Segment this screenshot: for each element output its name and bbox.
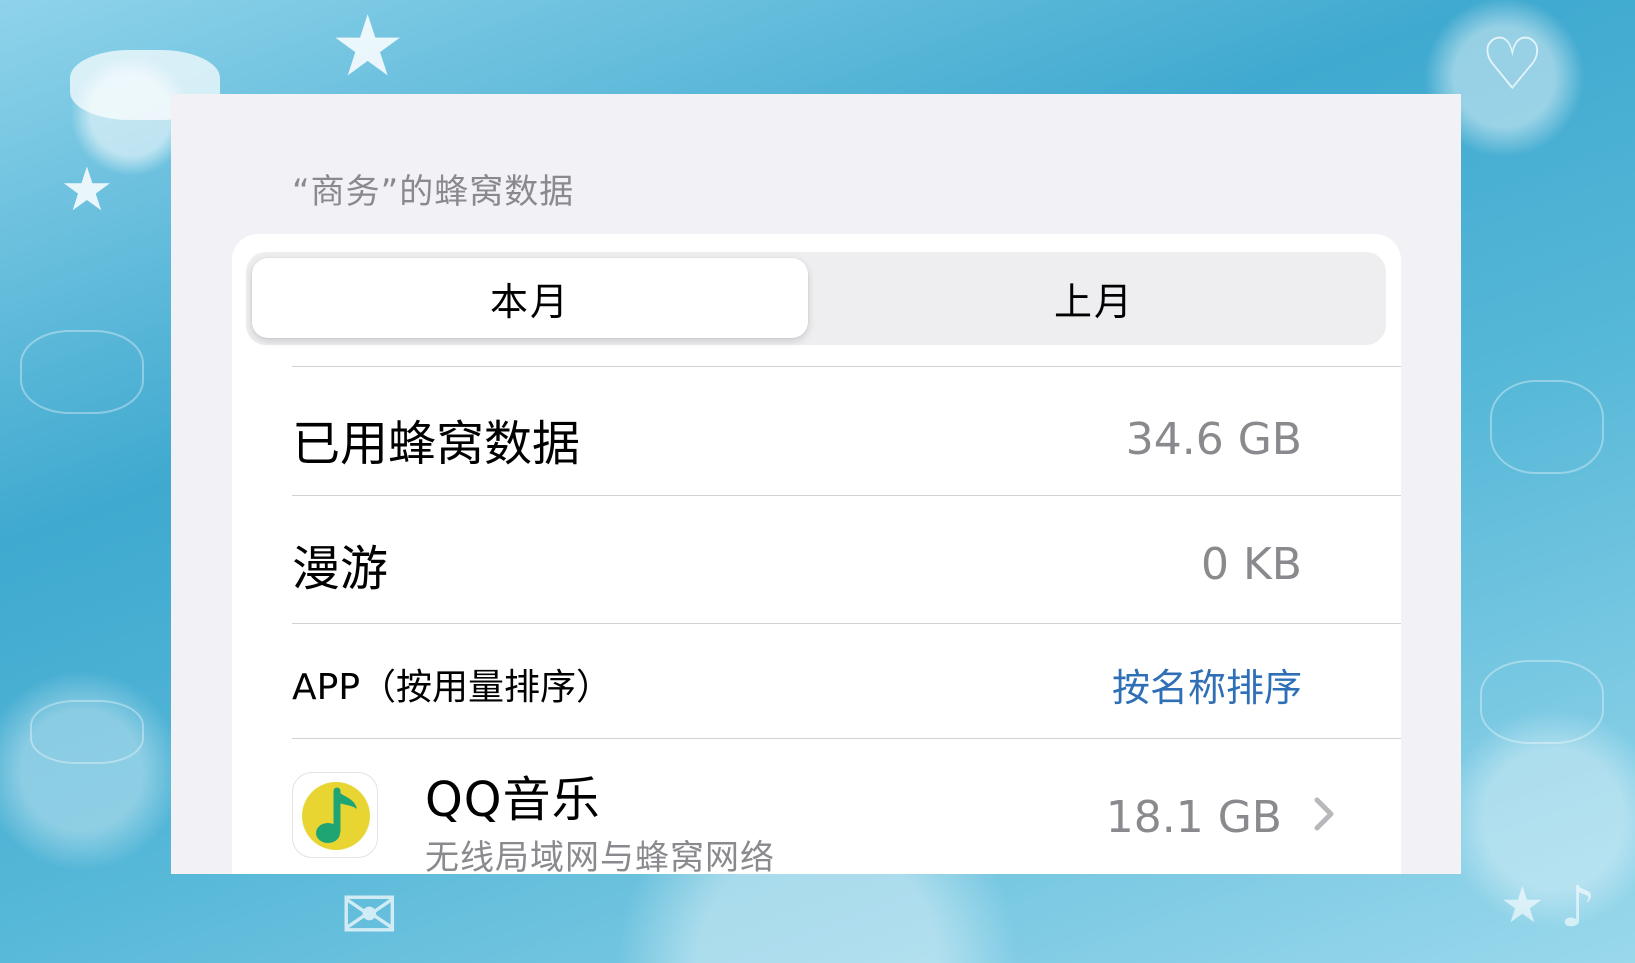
divider (292, 623, 1401, 624)
chevron-right-icon (1314, 797, 1334, 831)
roaming-label: 漫游 (292, 541, 389, 597)
star-decoration-icon: ★ (330, 0, 406, 95)
apps-header-label: APP（按用量排序） (292, 667, 613, 708)
app-name: QQ音乐 (425, 772, 601, 828)
roaming-row: 漫游 0 KB (292, 509, 1302, 619)
scribble-decoration (20, 330, 144, 414)
app-row-qq-music[interactable]: QQ音乐 无线局域网与蜂窝网络 18.1 GB (292, 772, 1352, 874)
divider (292, 738, 1401, 739)
app-usage-value: 18.1 GB (1105, 792, 1282, 843)
month-segmented-control[interactable]: 本月 上月 (246, 252, 1386, 345)
roaming-value: 0 KB (1200, 538, 1302, 590)
segment-last-month[interactable]: 上月 (816, 258, 1372, 338)
music-note-decoration-icon: ♪ (1560, 875, 1596, 940)
scribble-decoration (1480, 660, 1604, 744)
cellular-usage-label: 已用蜂窝数据 (292, 416, 581, 472)
segment-current-month[interactable]: 本月 (252, 258, 808, 338)
cellular-usage-row: 已用蜂窝数据 34.6 GB (292, 384, 1302, 494)
envelope-decoration-icon: ✉ (340, 874, 399, 956)
scribble-decoration (1490, 380, 1604, 474)
star-decoration-icon: ★ (60, 155, 114, 225)
divider (292, 495, 1401, 496)
heart-decoration-icon: ♡ (1480, 22, 1545, 106)
app-network-type: 无线局域网与蜂窝网络 (425, 838, 775, 874)
divider (292, 366, 1401, 367)
star-decoration-icon: ★ (1500, 876, 1545, 934)
section-header: “商务”的蜂窝数据 (292, 172, 575, 212)
cellular-usage-value: 34.6 GB (1125, 413, 1302, 465)
scribble-decoration (30, 700, 144, 764)
cellular-data-card: 本月 上月 已用蜂窝数据 34.6 GB 漫游 0 KB APP（按用量排序） … (232, 234, 1401, 874)
sort-by-name-link[interactable]: 按名称排序 (1112, 657, 1302, 712)
cellular-data-sheet: “商务”的蜂窝数据 本月 上月 已用蜂窝数据 34.6 GB 漫游 0 KB A… (171, 94, 1461, 874)
qq-music-icon (292, 772, 378, 858)
apps-header-row: APP（按用量排序） 按名称排序 (292, 639, 1302, 729)
